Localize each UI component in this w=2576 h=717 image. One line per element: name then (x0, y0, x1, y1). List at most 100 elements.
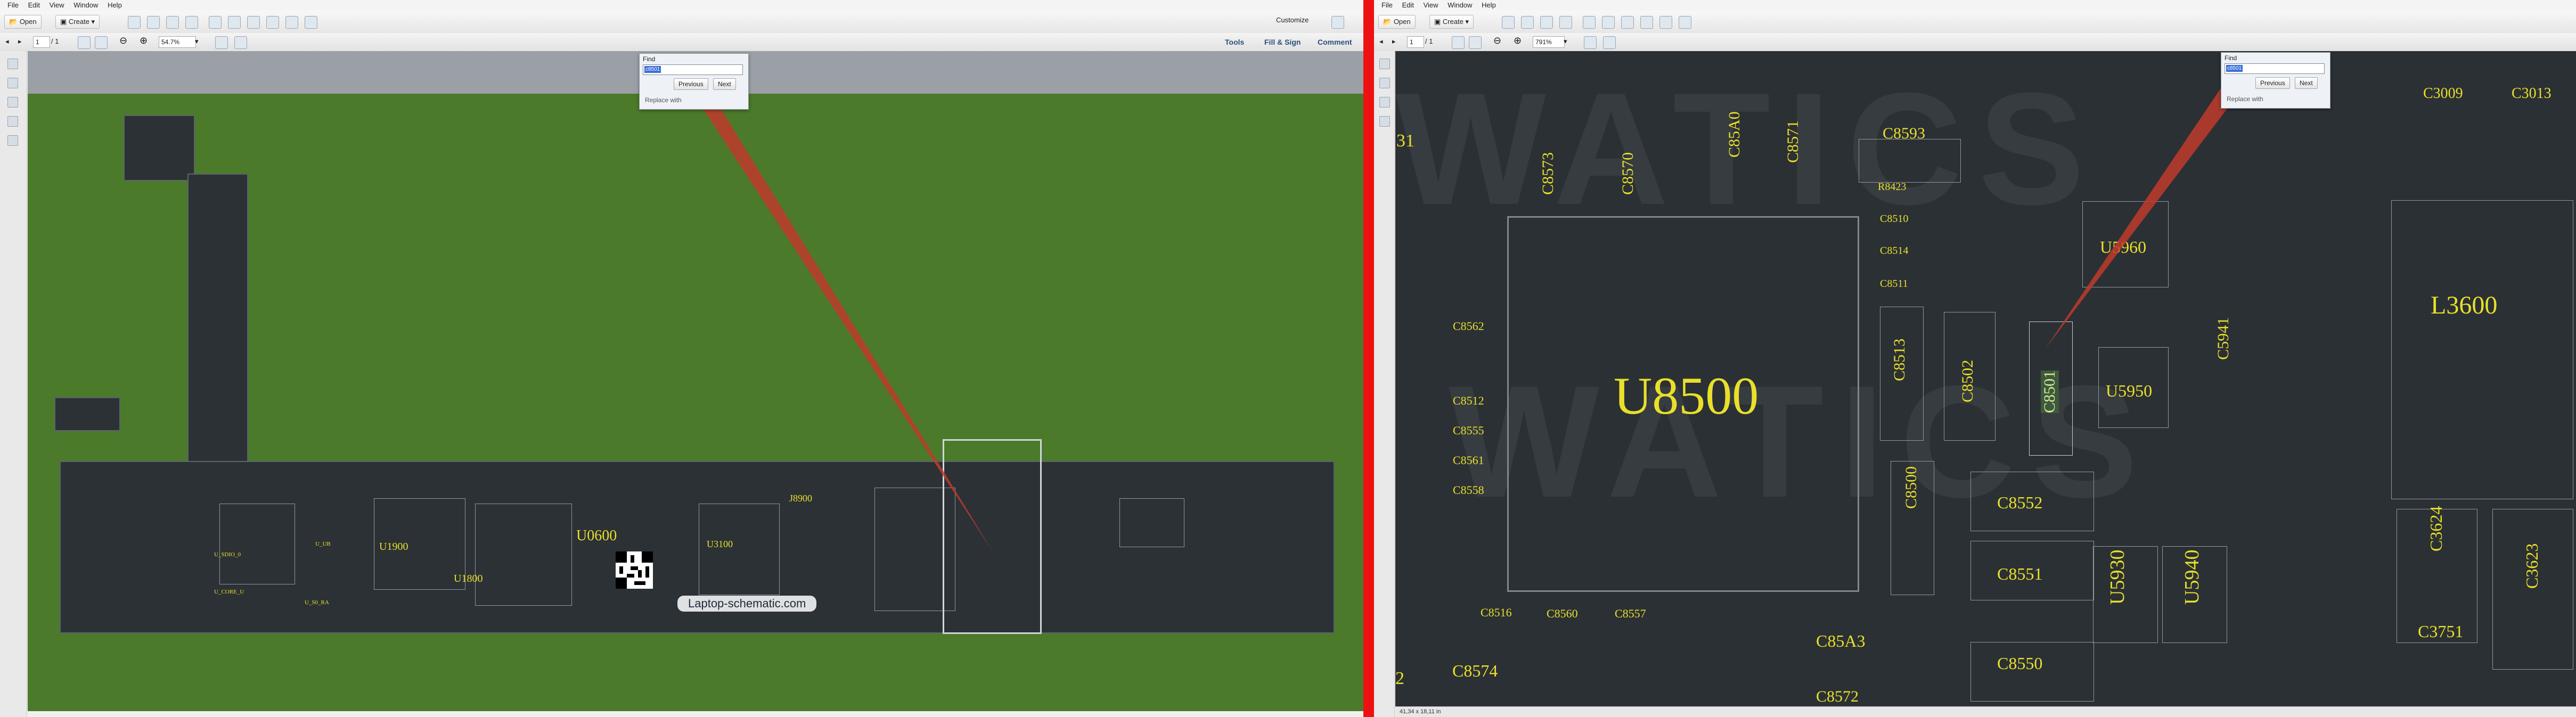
fit-width-icon[interactable] (234, 36, 247, 49)
attach-icon[interactable] (285, 16, 298, 29)
create-button[interactable]: ▣ Create ▾ (1429, 15, 1474, 29)
fit-page-icon[interactable] (1584, 36, 1597, 49)
page-size-readout: 41,34 x 18,11 in (1400, 708, 1441, 715)
find-input[interactable]: c8501 (643, 64, 743, 75)
document-view-left[interactable]: U0600 U1900 U1800 U3100 J8900 U_SDIO_0 U… (28, 51, 1363, 711)
page-number-input[interactable]: 1 (33, 36, 50, 48)
save-icon[interactable] (128, 16, 141, 29)
page-down-icon[interactable]: ▸ (1392, 36, 1396, 47)
find-previous-button[interactable]: Previous (2255, 77, 2290, 89)
nav-toolbar: ◂ ▸ 1 / 1 ⊖ ⊕ 54.7% ▾ Tools Fill & Sign … (0, 33, 1363, 52)
menu-edit[interactable]: Edit (28, 0, 40, 11)
select-tool-icon[interactable] (78, 36, 91, 49)
document-view-right[interactable]: WATICS WATICS U8500 U5960 U5950 U5930 U5… (1395, 51, 2576, 707)
highlight-icon[interactable] (1621, 16, 1634, 29)
email-icon[interactable] (1559, 16, 1572, 29)
layers-icon[interactable] (7, 97, 18, 108)
bookmarks-icon[interactable] (7, 78, 18, 88)
stamp-icon[interactable] (266, 16, 279, 29)
zoom-dropdown-icon[interactable]: ▾ (1564, 36, 1567, 47)
select-tool-icon[interactable] (1452, 36, 1465, 49)
fill-sign-link[interactable]: Fill & Sign (1264, 36, 1301, 48)
upload-icon[interactable] (147, 16, 160, 29)
page-total: / 1 (1425, 37, 1433, 45)
menu-bar: File Edit View Window Help (0, 0, 1363, 11)
open-button[interactable]: 📂 Open (1378, 15, 1416, 29)
menu-window[interactable]: Window (1448, 0, 1472, 11)
gear-icon[interactable] (209, 16, 222, 29)
replace-toggle[interactable]: Replace with (2227, 95, 2263, 103)
stamp-icon[interactable] (1640, 16, 1653, 29)
navigation-panel (0, 51, 27, 717)
find-title: Find (643, 55, 656, 63)
comment-link[interactable]: Comment (1318, 36, 1352, 48)
upload-icon[interactable] (1521, 16, 1534, 29)
comment-icon[interactable] (1602, 16, 1615, 29)
zoom-input[interactable]: 54.7% (159, 36, 196, 48)
find-input[interactable]: c8501 (2225, 63, 2325, 74)
customize-button[interactable]: Customize (1276, 15, 1309, 26)
menu-window[interactable]: Window (73, 0, 98, 11)
zoom-in-icon[interactable]: ⊕ (1514, 35, 1522, 46)
print-icon[interactable] (166, 16, 179, 29)
comment-icon[interactable] (228, 16, 241, 29)
zoom-out-icon[interactable]: ⊖ (1493, 35, 1501, 46)
menu-file[interactable]: File (7, 0, 19, 11)
menu-help[interactable]: Help (108, 0, 122, 11)
find-dialog: Find c8501 Previous Next Replace with (2221, 52, 2330, 109)
menu-view[interactable]: View (50, 0, 64, 11)
fit-width-icon[interactable] (1603, 36, 1616, 49)
tools-link[interactable]: Tools (1225, 36, 1244, 48)
save-icon[interactable] (1502, 16, 1515, 29)
open-label: Open (19, 18, 37, 26)
attachments-icon[interactable] (7, 116, 18, 127)
page-up-icon[interactable]: ◂ (1379, 36, 1383, 47)
page-thumbnails-icon[interactable] (7, 59, 18, 69)
zoom-dropdown-icon[interactable]: ▾ (195, 36, 199, 47)
page-down-icon[interactable]: ▸ (18, 36, 22, 47)
status-bar: 41,34 x 18,11 in (1395, 706, 2576, 717)
bookmarks-icon[interactable] (1379, 78, 1390, 88)
create-button[interactable]: ▣ Create ▾ (55, 15, 100, 29)
pointer-arrow (683, 75, 993, 551)
expand-icon[interactable] (1331, 16, 1344, 29)
navigation-panel (1374, 51, 1395, 717)
zoom-out-icon[interactable]: ⊖ (119, 35, 127, 46)
page-up-icon[interactable]: ◂ (5, 36, 9, 47)
create-icon: ▣ (60, 18, 69, 26)
main-toolbar: 📂 Open ▣ Create ▾ Customize (0, 11, 1363, 34)
sign-icon[interactable] (1679, 16, 1691, 29)
zoom-input[interactable]: 791% (1533, 36, 1565, 48)
create-label: Create (1442, 18, 1463, 26)
hand-tool-icon[interactable] (95, 36, 108, 49)
replace-toggle[interactable]: Replace with (645, 96, 682, 104)
find-next-button[interactable]: Next (713, 78, 736, 90)
hand-tool-icon[interactable] (1469, 36, 1482, 49)
print-icon[interactable] (1540, 16, 1553, 29)
signatures-icon[interactable] (7, 135, 18, 146)
email-icon[interactable] (185, 16, 198, 29)
attach-icon[interactable] (1659, 16, 1672, 29)
highlight-icon[interactable] (247, 16, 260, 29)
sign-icon[interactable] (305, 16, 317, 29)
folder-icon: 📂 (9, 18, 20, 26)
menu-file[interactable]: File (1381, 0, 1393, 11)
create-label: Create (68, 18, 89, 26)
window-divider (1363, 0, 1374, 717)
menu-edit[interactable]: Edit (1402, 0, 1414, 11)
layers-icon[interactable] (1379, 97, 1390, 108)
create-icon: ▣ (1434, 18, 1443, 26)
open-button[interactable]: 📂 Open (4, 15, 42, 29)
attachments-icon[interactable] (1379, 116, 1390, 127)
find-previous-button[interactable]: Previous (674, 78, 708, 90)
menu-help[interactable]: Help (1482, 0, 1496, 11)
open-label: Open (1393, 18, 1411, 26)
zoom-in-icon[interactable]: ⊕ (140, 35, 148, 46)
page-number-input[interactable]: 1 (1407, 36, 1424, 48)
find-query: c8501 (644, 66, 661, 73)
menu-view[interactable]: View (1424, 0, 1438, 11)
find-next-button[interactable]: Next (2295, 77, 2318, 89)
fit-page-icon[interactable] (215, 36, 228, 49)
page-thumbnails-icon[interactable] (1379, 59, 1390, 69)
gear-icon[interactable] (1583, 16, 1596, 29)
